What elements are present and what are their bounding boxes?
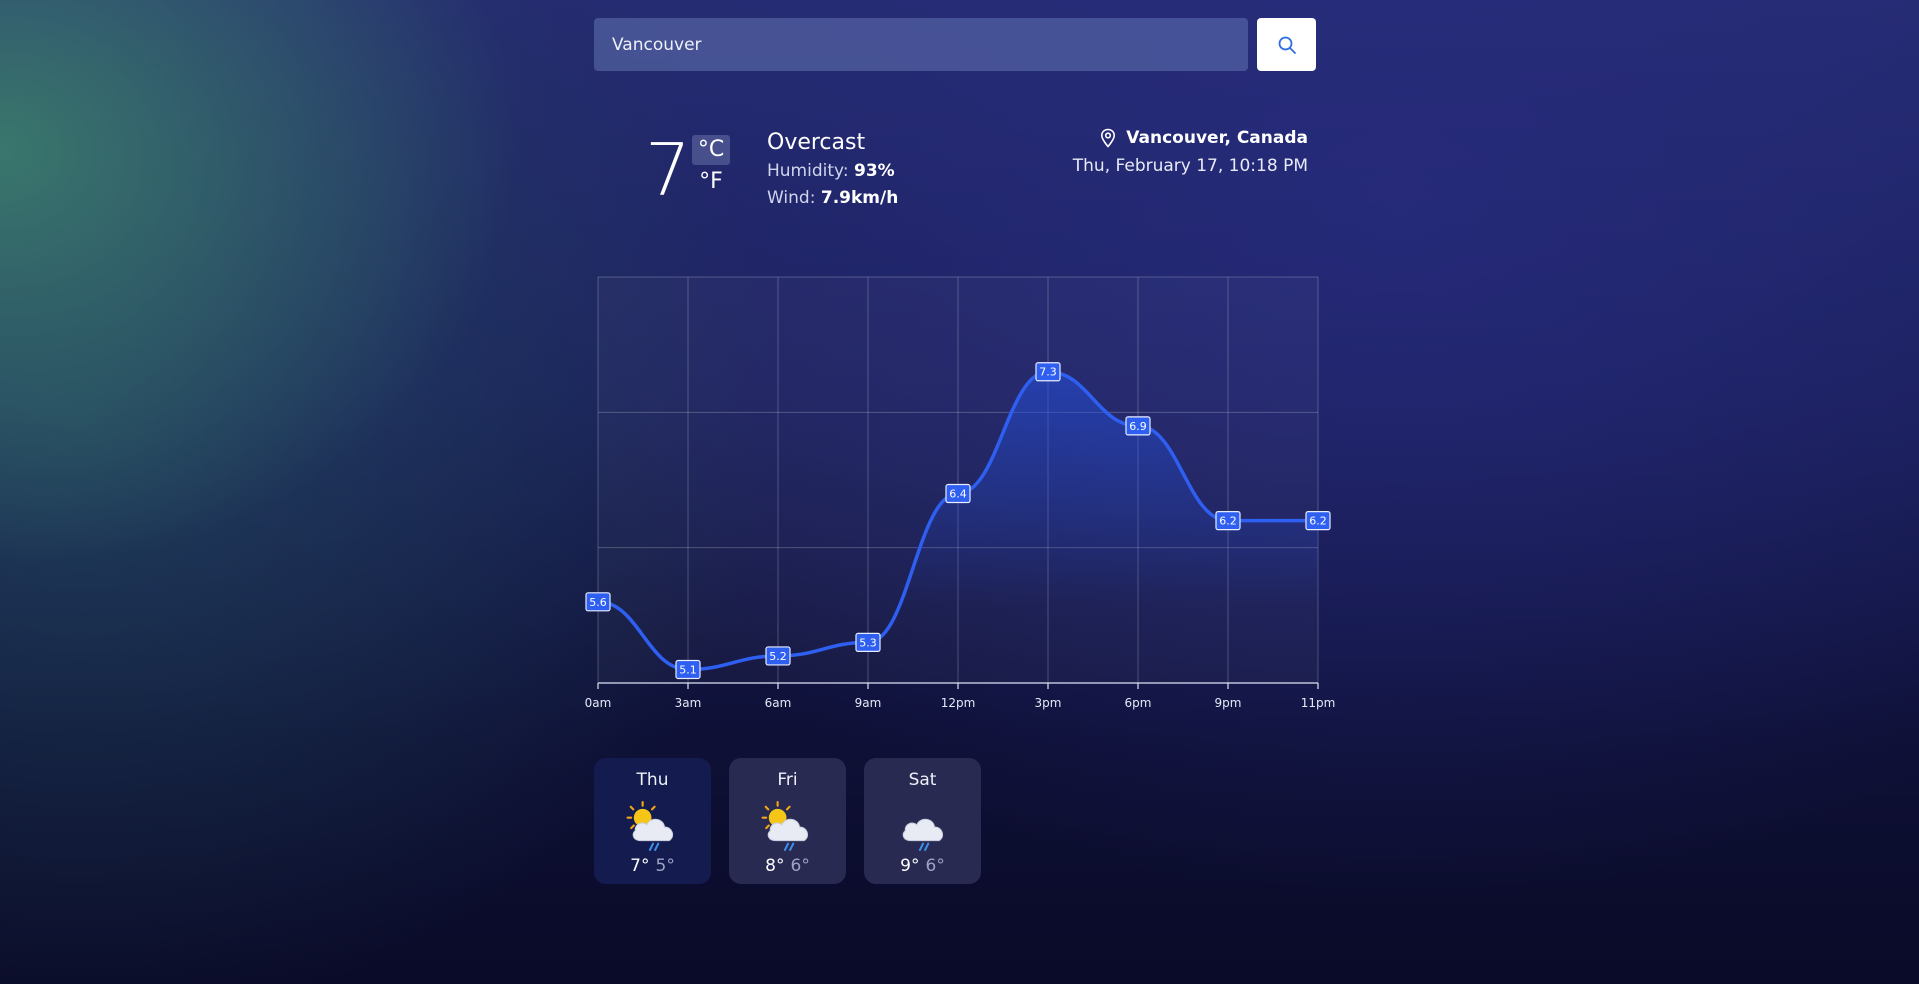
data-point-value: 6.2 xyxy=(1219,515,1237,528)
unit-celsius-toggle[interactable]: °C xyxy=(692,135,730,165)
cloud-rain-icon xyxy=(893,800,951,856)
data-point-label: 5.2 xyxy=(765,646,791,666)
wind-value: 7.9km/h xyxy=(820,188,899,208)
partly-sunny-rain-icon xyxy=(758,800,816,856)
x-tick-label: 9am xyxy=(855,696,882,710)
data-point-label: 7.3 xyxy=(1035,362,1061,382)
data-point-label: 5.1 xyxy=(675,659,701,680)
forecast-high: 8° xyxy=(765,856,785,876)
x-tick-label: 6am xyxy=(765,696,792,710)
forecast-high: 9° xyxy=(900,856,920,876)
data-point-value: 6.9 xyxy=(1129,420,1147,433)
forecast-temps: 9° 6° xyxy=(864,856,981,876)
data-point-label: 6.4 xyxy=(945,483,971,504)
current-temperature: 7 xyxy=(645,128,691,212)
forecast-low: 5° xyxy=(655,856,675,876)
forecast-card-sat[interactable]: Sat 9° 6° xyxy=(864,758,981,884)
wind: Wind: 7.9km/h xyxy=(767,188,898,208)
data-point-label: 5.6 xyxy=(585,592,611,612)
location-pin-icon xyxy=(1101,128,1116,148)
x-tick-label: 11pm xyxy=(1301,696,1336,710)
forecast-low: 6° xyxy=(790,856,810,876)
data-point-value: 5.3 xyxy=(859,636,877,649)
data-point-label: 6.9 xyxy=(1125,416,1151,436)
wind-label: Wind: xyxy=(767,188,816,208)
data-point-value: 6.2 xyxy=(1309,515,1327,528)
data-point-value: 5.1 xyxy=(679,663,697,676)
x-tick-label: 6pm xyxy=(1125,696,1152,710)
humidity: Humidity: 93% xyxy=(767,161,895,181)
data-point-label: 5.3 xyxy=(855,632,881,652)
data-point-value: 7.3 xyxy=(1039,366,1057,379)
search-icon xyxy=(1278,36,1296,54)
data-point-value: 5.6 xyxy=(589,596,607,609)
hourly-temperature-chart: 0am 3am 6am 9am 12pm 3pm 6pm 9pm 11pm 5.6 5.1 5.2 5… xyxy=(585,276,1336,710)
local-datetime: Thu, February 17, 10:18 PM xyxy=(1072,156,1308,176)
data-point-value: 6.4 xyxy=(949,488,967,501)
forecast-day: Fri xyxy=(777,770,798,790)
search-input[interactable]: Vancouver xyxy=(594,18,1248,71)
data-point-value: 5.2 xyxy=(769,650,787,663)
forecast-high: 7° xyxy=(630,856,650,876)
forecast-low: 6° xyxy=(925,856,945,876)
data-point-label: 6.2 xyxy=(1305,511,1331,531)
search-button[interactable] xyxy=(1257,18,1316,71)
x-tick-label: 12pm xyxy=(941,696,976,710)
forecast-day: Thu xyxy=(636,770,669,790)
forecast-temps: 8° 6° xyxy=(729,856,846,876)
x-tick-label: 9pm xyxy=(1215,696,1242,710)
humidity-label: Humidity: xyxy=(767,161,849,181)
forecast-day: Sat xyxy=(908,770,937,790)
x-tick-label: 0am xyxy=(585,696,612,710)
humidity-value: 93% xyxy=(853,161,895,181)
forecast-temps: 7° 5° xyxy=(594,856,711,876)
partly-sunny-rain-icon xyxy=(623,800,681,856)
forecast-card-thu[interactable]: Thu 7° 5° xyxy=(594,758,711,884)
unit-fahrenheit-toggle[interactable]: °F xyxy=(692,167,730,197)
location: Vancouver, Canada xyxy=(1100,128,1308,148)
x-tick-label: 3am xyxy=(675,696,702,710)
weather-condition: Overcast xyxy=(767,130,866,155)
data-point-label: 6.2 xyxy=(1215,511,1241,531)
x-tick-label: 3pm xyxy=(1035,696,1062,710)
location-name: Vancouver, Canada xyxy=(1126,128,1308,148)
forecast-card-fri[interactable]: Fri 8° 6° xyxy=(729,758,846,884)
